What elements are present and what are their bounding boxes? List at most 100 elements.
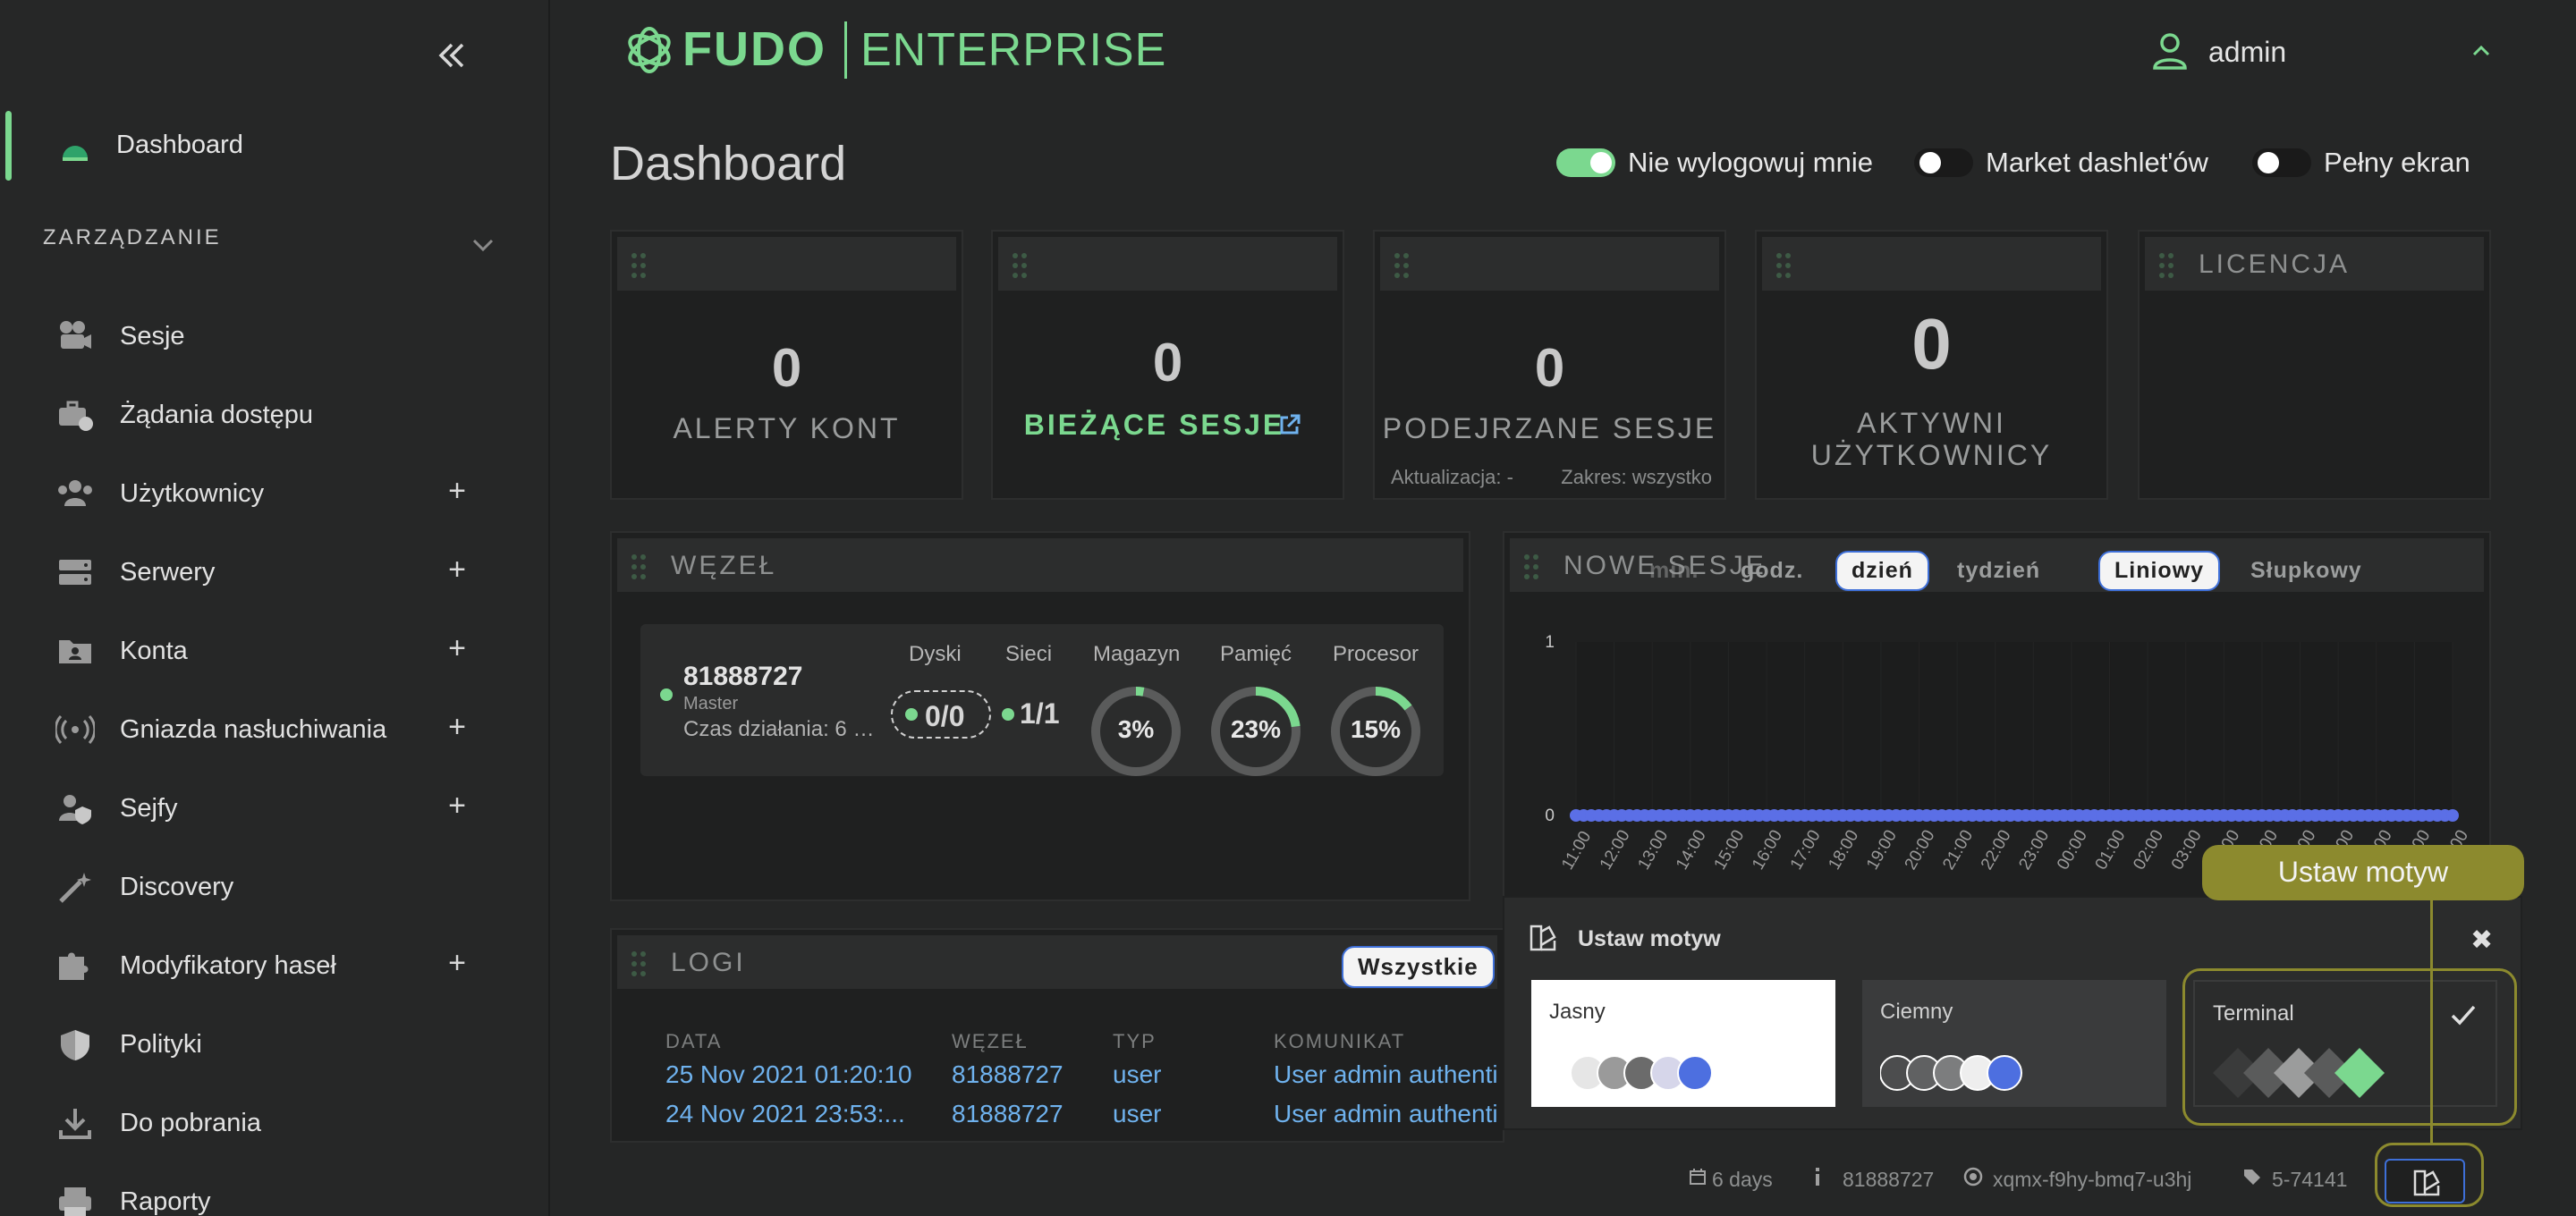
drag-handle-icon[interactable] xyxy=(1011,251,1029,280)
log-cell-message[interactable]: User admin authenti xyxy=(1274,1100,1498,1128)
sidebar-item-user-shield[interactable]: Sejfy + xyxy=(0,778,537,840)
sidebar-item-label: Polityki xyxy=(120,1030,202,1059)
expand-plus-icon[interactable]: + xyxy=(444,476,470,506)
range-hour[interactable]: godz. xyxy=(1741,558,1803,584)
drag-handle-icon[interactable] xyxy=(630,950,648,978)
toggle-dashlet-market[interactable]: Market dashlet'ów xyxy=(1914,145,2236,181)
x-tick-label: 18:00 xyxy=(1825,827,1862,874)
logo-fudo-text: FUDO xyxy=(682,22,826,76)
node-uptime: Czas działania: 6 da... xyxy=(683,717,882,741)
theme-panel-title: Ustaw motyw xyxy=(1578,926,1721,951)
sidebar-item-puzzle-key[interactable]: Modyfikatory haseł + xyxy=(0,935,537,998)
toggle-switch[interactable] xyxy=(2252,148,2311,177)
toggle-switch[interactable] xyxy=(1914,148,1973,177)
dashlet-account-alerts: 0 ALERTY KONT xyxy=(610,230,963,500)
drag-handle-icon[interactable] xyxy=(1522,553,1540,581)
log-cell-date: 24 Nov 2021 23:30:... xyxy=(665,1139,905,1141)
expand-plus-icon[interactable]: + xyxy=(444,712,470,742)
data-point xyxy=(2446,809,2459,822)
update-info: Aktualizacja: - xyxy=(1391,466,1513,488)
sidebar-item-camera[interactable]: Sesje xyxy=(0,306,537,368)
dashlet-header[interactable] xyxy=(1762,237,2101,291)
sidebar-item-dashboard[interactable]: Dashboard xyxy=(5,107,542,183)
dashlet-header[interactable]: WĘZEŁ xyxy=(617,538,1463,592)
x-tick-label: 11:00 xyxy=(1558,828,1595,873)
printer-icon xyxy=(59,1187,91,1216)
expand-plus-icon[interactable]: + xyxy=(444,633,470,663)
drag-handle-icon[interactable] xyxy=(1775,251,1792,280)
sidebar-item-printer[interactable]: Raporty xyxy=(0,1171,537,1216)
chevron-down-icon[interactable] xyxy=(469,231,497,259)
external-link-icon[interactable] xyxy=(1277,412,1302,437)
x-tick-label: 20:00 xyxy=(1902,827,1939,874)
toggle-label: Nie wylogowuj mnie xyxy=(1628,147,1873,178)
expand-plus-icon[interactable]: + xyxy=(444,554,470,585)
theme-option-dark[interactable]: Ciemny xyxy=(1862,980,2166,1107)
toggle-fullscreen[interactable]: Pełny ekran xyxy=(2252,145,2485,181)
range-week[interactable]: tydzień xyxy=(1957,558,2040,584)
dashlet-header[interactable]: LICENCJA xyxy=(2145,237,2484,291)
user-menu[interactable]: admin xyxy=(2151,30,2536,75)
sidebar-item-label: Raporty xyxy=(120,1187,211,1216)
chart-type-line[interactable]: Liniowy xyxy=(2098,551,2221,591)
sidebar-item-shield[interactable]: Polityki xyxy=(0,1014,537,1077)
stat-caption: PODEJRZANE SESJE xyxy=(1382,412,1717,444)
x-tick-label: 21:00 xyxy=(1939,827,1977,874)
log-cell-message[interactable]: User admin authenti xyxy=(1274,1060,1498,1089)
sidebar-item-label: Modyfikatory haseł xyxy=(120,951,336,980)
log-filter-all[interactable]: Wszystkie xyxy=(1342,946,1495,988)
dashlet-header[interactable] xyxy=(617,237,956,291)
toggle-label: Pełny ekran xyxy=(2324,147,2470,178)
log-cell-message[interactable]: User admin authenticated successfully fr… xyxy=(1274,1139,1503,1141)
sidebar-item-label: Konta xyxy=(120,637,188,665)
col-node: WĘZEŁ xyxy=(952,1030,1029,1052)
toggle-switch[interactable] xyxy=(1556,148,1615,177)
dashlet-header[interactable] xyxy=(998,237,1337,291)
drag-handle-icon[interactable] xyxy=(630,553,648,581)
highlight-terminal-theme xyxy=(2182,968,2517,1126)
x-tick-label: 12:00 xyxy=(1597,827,1634,874)
memory-value: 23% xyxy=(1230,715,1282,743)
dashlet-header[interactable] xyxy=(1380,237,1719,291)
theme-swatches xyxy=(1880,1055,2022,1091)
node-row[interactable]: 81888727 Master Czas działania: 6 da... … xyxy=(640,624,1444,776)
sidebar-item-download[interactable]: Do pobrania xyxy=(0,1093,537,1155)
disks-value: 0/0 xyxy=(925,700,965,732)
sidebar-item-label: Żądania dostępu xyxy=(120,401,314,429)
log-cell-date: 25 Nov 2021 01:20:10 xyxy=(665,1060,912,1088)
y-tick-label: 0 xyxy=(1545,806,1555,825)
set-theme-button[interactable] xyxy=(2385,1159,2465,1203)
drag-handle-icon[interactable] xyxy=(2157,251,2175,280)
drag-handle-icon[interactable] xyxy=(630,251,648,280)
x-tick-label: 01:00 xyxy=(2092,827,2130,874)
dashlet-current-sessions: 0 BIEŻĄCE SESJE xyxy=(991,230,1344,500)
close-icon[interactable]: ✖ xyxy=(2470,925,2493,956)
sidebar-item-users[interactable]: Użytkownicy + xyxy=(0,463,537,526)
drag-handle-icon[interactable] xyxy=(1393,251,1411,280)
chart-type-bar[interactable]: Słupkowy xyxy=(2250,558,2362,584)
x-tick-label: 22:00 xyxy=(1978,827,2015,874)
page-title: Dashboard xyxy=(610,137,847,190)
col-disks: Dyski xyxy=(909,642,962,666)
sidebar-item-folder-user[interactable]: Konta + xyxy=(0,621,537,683)
range-day[interactable]: dzień xyxy=(1835,551,1929,591)
sidebar-item-server[interactable]: Serwery + xyxy=(0,542,537,604)
sidebar-item-label: Serwery xyxy=(120,558,216,587)
sidebar-item-briefcase-clock[interactable]: Żądania dostępu xyxy=(0,384,537,447)
range-min[interactable]: min. xyxy=(1649,558,1699,584)
stat-value: 0 xyxy=(1534,338,1565,398)
theme-name: Ciemny xyxy=(1880,1000,1953,1024)
camera-icon xyxy=(60,321,91,349)
storage-gauge: 3% xyxy=(1088,683,1184,780)
footer-version: 5-74141 xyxy=(2272,1168,2348,1191)
expand-plus-icon[interactable]: + xyxy=(444,948,470,978)
sidebar-item-label: Sesje xyxy=(120,322,185,350)
collapse-sidebar-icon[interactable] xyxy=(434,38,470,73)
toggle-stay-logged-in[interactable]: Nie wylogowuj mnie xyxy=(1556,145,1896,181)
chevron-up-icon[interactable] xyxy=(2468,38,2495,64)
sidebar-item-magic-wand[interactable]: Discovery xyxy=(0,857,537,919)
sidebar-item-broadcast[interactable]: Gniazda nasłuchiwania + xyxy=(0,699,537,762)
node-id: 81888727 xyxy=(683,662,803,691)
theme-option-light[interactable]: Jasny xyxy=(1531,980,1835,1107)
expand-plus-icon[interactable]: + xyxy=(444,790,470,821)
